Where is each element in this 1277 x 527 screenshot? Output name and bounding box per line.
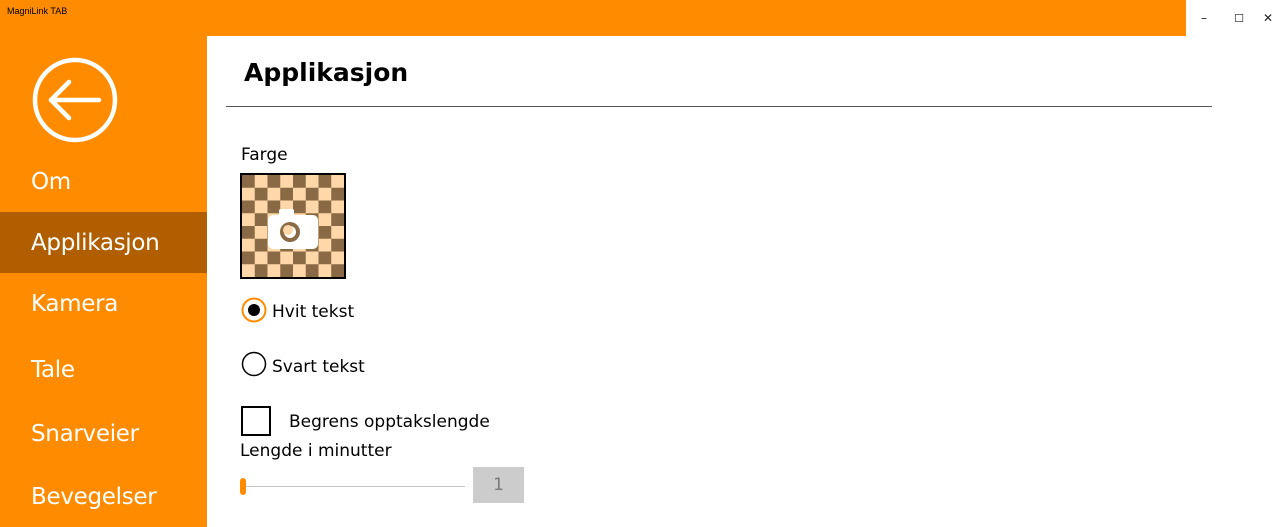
radio-white-text-label: Hvit tekst <box>272 302 355 322</box>
sidebar-item-label: Kamera <box>31 290 119 317</box>
sidebar-item-label: Om <box>31 168 71 195</box>
title-divider <box>226 106 1212 107</box>
sidebar-item-snarveier[interactable]: Snarveier <box>0 403 207 464</box>
radio-unselected-icon <box>241 351 267 377</box>
minimize-button[interactable]: – <box>1186 0 1222 36</box>
radio-black-text-label: Svart tekst <box>272 357 365 377</box>
close-button[interactable]: ✕ <box>1250 0 1277 36</box>
back-button[interactable] <box>32 57 118 143</box>
sidebar: Om Applikasjon Kamera Tale Snarveier Bev… <box>0 36 207 527</box>
sidebar-item-label: Bevegelser <box>31 483 157 510</box>
back-arrow-circle-icon <box>32 57 118 143</box>
length-slider-track[interactable] <box>241 486 465 487</box>
sidebar-item-kamera[interactable]: Kamera <box>0 273 207 334</box>
sidebar-item-tale[interactable]: Tale <box>0 339 207 400</box>
length-label: Lengde i minutter <box>240 441 392 461</box>
sidebar-item-label: Snarveier <box>31 420 139 447</box>
radio-selected-icon <box>241 297 267 323</box>
app-title: MagniLink TAB <box>7 6 68 16</box>
color-label: Farge <box>241 145 288 165</box>
limit-recording-checkbox[interactable] <box>241 406 271 436</box>
length-value-field[interactable]: 1 <box>473 467 524 503</box>
sidebar-item-bevegelser[interactable]: Bevegelser <box>0 466 207 527</box>
page-title: Applikasjon <box>244 58 409 87</box>
color-swatch-button[interactable] <box>240 173 346 279</box>
sidebar-item-applikasjon[interactable]: Applikasjon <box>0 212 207 273</box>
limit-recording-label: Begrens opptakslengde <box>289 412 490 432</box>
length-slider-thumb[interactable] <box>240 478 246 495</box>
title-bar: MagniLink TAB – ☐ ✕ <box>0 0 1277 36</box>
sidebar-item-label: Tale <box>31 356 75 383</box>
sidebar-item-label: Applikasjon <box>31 229 160 256</box>
title-bar-accent <box>0 0 1186 36</box>
sidebar-item-om[interactable]: Om <box>0 151 207 212</box>
camera-icon <box>268 209 318 249</box>
